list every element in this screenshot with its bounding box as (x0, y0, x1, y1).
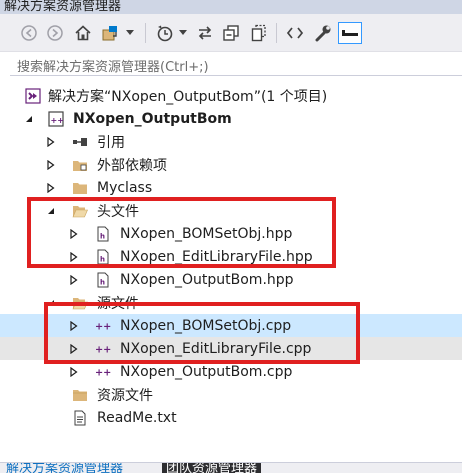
svg-text:++: ++ (95, 367, 111, 378)
search-input[interactable]: 搜索解决方案资源管理器(Ctrl+;) (17, 56, 209, 75)
svg-text:++: ++ (51, 116, 64, 125)
home-icon[interactable] (73, 22, 93, 44)
highlight-box-header-files (27, 197, 336, 268)
references-icon (72, 134, 88, 150)
switch-views-icon[interactable] (100, 22, 122, 44)
tree-row-resource-files[interactable]: 资源文件 (0, 383, 462, 406)
tree-row-myclass[interactable]: Myclass (0, 176, 462, 199)
collapse-all-icon[interactable] (221, 22, 241, 44)
tree-item-label: 引用 (97, 134, 125, 151)
back-icon[interactable] (20, 22, 38, 44)
external-dependencies-icon (72, 157, 88, 173)
svg-text:h: h (100, 278, 105, 286)
tree-item-label: Myclass (97, 179, 153, 196)
tree-row-readme[interactable]: ReadMe.txt (0, 406, 462, 429)
collapsed-arrow-icon[interactable] (46, 159, 56, 170)
toolbar-separator (145, 23, 146, 43)
text-file-icon (72, 410, 88, 426)
tree-item-label: NXopen_OutputBom.hpp (120, 271, 294, 288)
properties-wrench-icon[interactable] (313, 22, 333, 44)
collapsed-arrow-icon[interactable] (69, 366, 79, 377)
dropdown-arrow-icon[interactable] (178, 22, 188, 44)
sync-icon[interactable] (195, 22, 215, 44)
collapsed-arrow-icon[interactable] (69, 274, 79, 285)
tab-solution-explorer[interactable]: 解决方案资源管理器 (6, 463, 123, 473)
toolbar-separator (276, 23, 277, 43)
tree-row-external-dependencies[interactable]: 外部依赖项 (0, 153, 462, 176)
tree-row-file[interactable]: h NXopen_OutputBom.hpp (0, 268, 462, 291)
project-label: NXopen_OutputBom (73, 110, 232, 127)
show-all-files-icon[interactable] (249, 22, 269, 44)
preview-selected-icon[interactable] (338, 22, 362, 44)
bottom-tab-bar: 解决方案资源管理器 团队资源管理器 (0, 462, 462, 473)
view-code-icon[interactable] (285, 22, 305, 44)
tree-item-label: 外部依赖项 (97, 157, 167, 174)
tree-item-label: 资源文件 (97, 387, 153, 404)
highlight-box-source-files (44, 302, 360, 364)
cpp-project-icon: ++ (48, 110, 64, 127)
collapsed-arrow-icon[interactable] (46, 136, 56, 147)
header-file-icon: h (95, 272, 111, 288)
expanded-arrow-icon[interactable] (24, 114, 34, 124)
collapsed-arrow-icon[interactable] (46, 182, 56, 193)
tree-row-solution[interactable]: 解决方案“NXopen_OutputBom”(1 个项目) (0, 84, 462, 107)
tree-item-label: ReadMe.txt (97, 409, 177, 426)
dropdown-arrow-icon[interactable] (125, 22, 135, 44)
tab-team-explorer[interactable]: 团队资源管理器 (162, 463, 262, 473)
search-box[interactable]: 搜索解决方案资源管理器(Ctrl+;) (10, 52, 462, 76)
forward-icon[interactable] (46, 22, 64, 44)
solution-label: 解决方案“NXopen_OutputBom”(1 个项目) (48, 88, 328, 105)
window-title: 解决方案资源管理器 (4, 0, 122, 14)
toolbar (0, 14, 462, 52)
tree-row-references[interactable]: 引用 (0, 130, 462, 153)
filter-folder-icon (72, 387, 88, 403)
tree-row-project[interactable]: ++ NXopen_OutputBom (0, 107, 462, 130)
tree-item-label: NXopen_OutputBom.cpp (120, 363, 293, 380)
window-title-bar: 解决方案资源管理器 (0, 0, 462, 14)
cpp-file-icon: ++ (95, 364, 111, 380)
folder-icon (72, 180, 88, 196)
pending-changes-icon[interactable] (155, 22, 175, 44)
solution-icon (25, 87, 41, 104)
